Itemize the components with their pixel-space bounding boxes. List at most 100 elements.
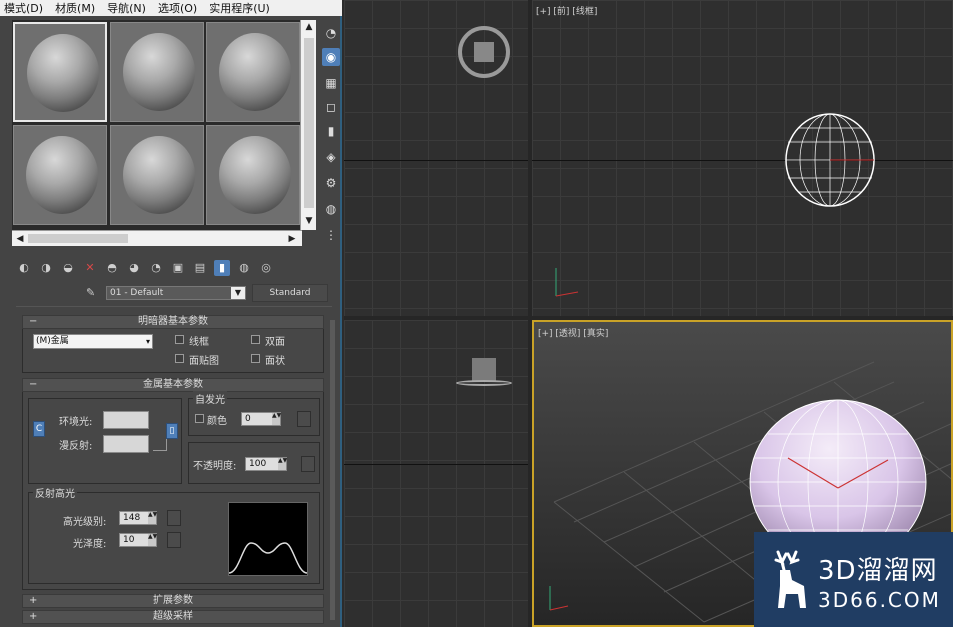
spinner-arrows-icon[interactable]: ▲▼ (148, 512, 157, 524)
expand-icon: + (29, 595, 38, 606)
menu-material[interactable]: 材质(M) (55, 0, 95, 16)
menu-mode[interactable]: 模式(D) (4, 0, 43, 16)
pick-material-icon[interactable]: ◎ (258, 260, 274, 276)
metal-rollout-header[interactable]: − 金属基本参数 (22, 378, 324, 392)
shaded-sphere[interactable] (748, 398, 928, 548)
go-to-parent-icon[interactable]: ▮ (214, 260, 230, 276)
self-illum-spinner[interactable]: 0 ▲▼ (241, 412, 281, 426)
axis-line (344, 160, 528, 161)
make-preview-icon[interactable]: ◈ (322, 148, 340, 166)
spinner-arrows-icon[interactable]: ▲▼ (278, 458, 287, 470)
wire-checkbox[interactable] (175, 335, 184, 344)
spec-level-map-button[interactable] (167, 510, 181, 526)
divider (16, 306, 332, 307)
self-illum-title: 自发光 (193, 391, 227, 406)
go-forward-sibling-icon[interactable]: ◍ (236, 260, 252, 276)
scroll-up-icon[interactable]: ▲ (301, 20, 317, 34)
viewport-divider[interactable] (528, 0, 532, 627)
shader-rollout-header[interactable]: − 明暗器基本参数 (22, 315, 324, 329)
two-sided-checkbox[interactable] (251, 335, 260, 344)
diffuse-color-swatch[interactable] (103, 435, 149, 453)
viewport-label[interactable]: [+] [前] [线框] (536, 4, 597, 17)
collapse-icon: − (29, 316, 38, 327)
reset-map-icon[interactable]: ✕ (82, 260, 98, 276)
options-icon[interactable]: ⚙ (322, 174, 340, 192)
panel-scrollbar[interactable] (330, 320, 335, 620)
viewport-front[interactable]: [+] [前] [线框] (532, 0, 953, 316)
opacity-map-button[interactable] (301, 456, 315, 472)
scroll-right-icon[interactable]: ▶ (284, 232, 300, 246)
sample-slot-1[interactable] (13, 22, 107, 122)
opacity-spinner[interactable]: 100 ▲▼ (245, 457, 287, 471)
slots-horizontal-scrollbar[interactable]: ◀ ▶ (12, 230, 302, 246)
menu-options[interactable]: 选项(O) (158, 0, 197, 16)
faceted-checkbox[interactable] (251, 354, 260, 363)
material-id-icon[interactable]: ◔ (148, 260, 164, 276)
glossiness-value: 10 (123, 535, 135, 545)
assign-to-selection-icon[interactable]: ◒ (60, 260, 76, 276)
uv-tiling-icon[interactable]: ◻ (322, 98, 340, 116)
sample-slot-3[interactable] (206, 22, 300, 122)
shader-dropdown[interactable]: (M)金属 ▾ (33, 334, 153, 349)
material-editor-window: 模式(D) 材质(M) 导航(N) 选项(O) 实用程序(U) ▲ ▼ ◀ ▶ … (0, 0, 342, 627)
ambient-color-swatch[interactable] (103, 411, 149, 429)
scroll-thumb[interactable] (28, 234, 128, 243)
chevron-down-icon[interactable]: ▼ (231, 287, 245, 299)
spinner-arrows-icon[interactable]: ▲▼ (272, 413, 281, 425)
highlight-curve (228, 542, 308, 574)
two-sided-label: 双面 (265, 337, 285, 348)
make-unique-icon[interactable]: ◓ (104, 260, 120, 276)
scroll-left-icon[interactable]: ◀ (12, 232, 28, 246)
viewport-top[interactable] (344, 0, 528, 316)
slots-vertical-scrollbar[interactable]: ▲ ▼ (300, 20, 316, 230)
collapse-icon: − (29, 379, 38, 390)
material-navigator-icon[interactable]: ⋮ (322, 226, 340, 244)
viewport-divider[interactable] (344, 316, 953, 320)
show-end-result-icon[interactable]: ▤ (192, 260, 208, 276)
sample-slot-5[interactable] (110, 125, 204, 225)
menu-navigation[interactable]: 导航(N) (107, 0, 146, 16)
sample-sphere (219, 33, 291, 111)
material-name-value: 01 - Default (110, 288, 164, 298)
viewport-left[interactable] (344, 320, 528, 627)
supersampling-rollout-header[interactable]: + 超级采样 (22, 610, 324, 624)
select-by-material-icon[interactable]: ◍ (322, 200, 340, 218)
extended-params-rollout-header[interactable]: + 扩展参数 (22, 594, 324, 608)
eyedropper-icon[interactable]: ✎ (86, 286, 102, 300)
spec-level-spinner[interactable]: 148 ▲▼ (119, 511, 157, 525)
get-material-icon[interactable]: ◐ (16, 260, 32, 276)
glossiness-spinner[interactable]: 10 ▲▼ (119, 533, 157, 547)
wire-label: 线框 (189, 337, 209, 348)
watermark-logo: 3D溜溜网 3D66.COM (754, 532, 953, 627)
sample-slot-6[interactable] (206, 125, 300, 225)
put-to-library-icon[interactable]: ◕ (126, 260, 142, 276)
ambient-label: 环境光: (59, 417, 93, 428)
scroll-thumb[interactable] (304, 38, 314, 208)
sample-slot-2[interactable] (110, 22, 204, 122)
face-map-checkbox[interactable] (175, 354, 184, 363)
lock-map-icon[interactable]: ▯ (166, 423, 178, 439)
put-to-scene-icon[interactable]: ◑ (38, 260, 54, 276)
glossiness-map-button[interactable] (167, 532, 181, 548)
menu-utilities[interactable]: 实用程序(U) (209, 0, 270, 16)
self-illum-map-button[interactable] (297, 411, 311, 427)
self-illum-color-checkbox[interactable] (195, 414, 204, 423)
show-map-icon[interactable]: ▣ (170, 260, 186, 276)
sample-sphere (219, 136, 291, 214)
sample-type-icon[interactable]: ◔ (322, 24, 340, 42)
backlight-icon[interactable]: ◉ (322, 48, 340, 66)
spinner-arrows-icon[interactable]: ▲▼ (148, 534, 157, 546)
material-name-field[interactable]: 01 - Default ▼ (106, 286, 246, 300)
opacity-label: 不透明度: (193, 461, 237, 472)
wireframe-sphere[interactable] (782, 112, 882, 212)
sample-slot-4[interactable] (13, 125, 107, 225)
sample-sphere (26, 136, 98, 214)
grid (344, 320, 528, 627)
lock-icon[interactable]: C (33, 421, 45, 437)
axis-tripod-icon (549, 586, 569, 611)
scroll-down-icon[interactable]: ▼ (301, 214, 317, 228)
video-color-check-icon[interactable]: ▮ (322, 122, 340, 140)
background-icon[interactable]: ▦ (322, 74, 340, 92)
material-type-button[interactable]: Standard (252, 284, 328, 302)
sample-slots (12, 20, 300, 230)
